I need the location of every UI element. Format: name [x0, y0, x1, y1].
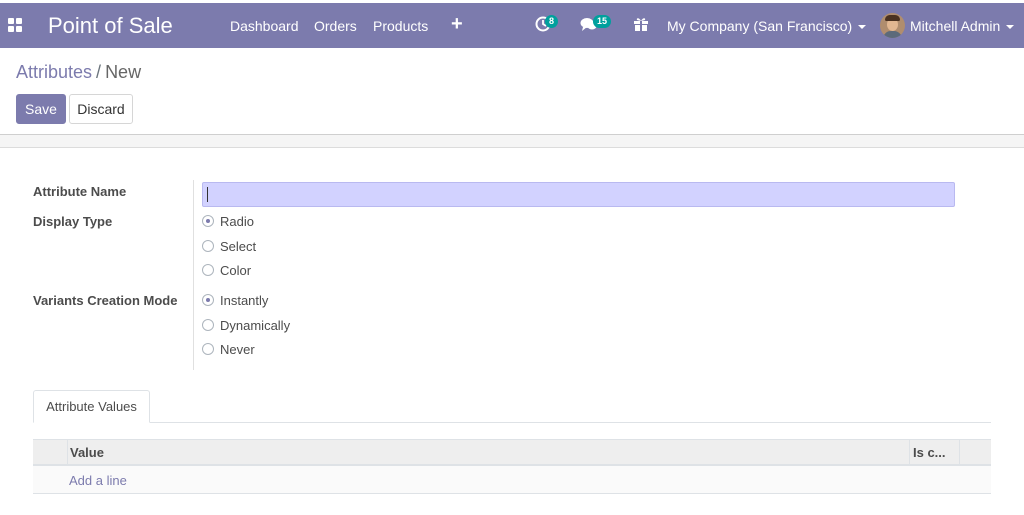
display-type-radio[interactable]: Radio: [202, 213, 254, 229]
display-type-label: Display Type: [33, 214, 113, 229]
text-cursor: [207, 187, 208, 202]
radio-unchecked-icon[interactable]: [202, 343, 214, 355]
radio-unchecked-icon[interactable]: [202, 264, 214, 276]
column-value[interactable]: Value: [70, 440, 104, 465]
radio-unchecked-icon[interactable]: [202, 240, 214, 252]
radio-checked-icon[interactable]: [202, 215, 214, 227]
company-switcher[interactable]: My Company (San Francisco): [667, 18, 867, 34]
radio-checked-icon[interactable]: [202, 294, 214, 306]
messages-badge: 15: [593, 15, 612, 28]
display-type-select[interactable]: Select: [202, 238, 256, 254]
column-separator: [959, 440, 960, 465]
top-navbar: Point of Sale Dashboard Orders Products …: [0, 3, 1024, 48]
company-name: My Company (San Francisco): [667, 18, 853, 34]
breadcrumb-current: New: [105, 62, 142, 82]
radio-label: Instantly: [220, 292, 269, 308]
variants-mode-dynamically[interactable]: Dynamically: [202, 317, 290, 333]
attribute-name-input[interactable]: [202, 182, 955, 207]
app-brand[interactable]: Point of Sale: [48, 13, 173, 39]
column-is-custom[interactable]: Is c...: [913, 440, 946, 465]
avatar[interactable]: [880, 13, 905, 38]
radio-label: Dynamically: [220, 317, 291, 333]
display-type-color[interactable]: Color: [202, 262, 251, 278]
table-row: [33, 466, 991, 493]
table-row-divider: [33, 493, 991, 494]
chevron-down-icon: [858, 25, 867, 30]
add-line-link[interactable]: Add a line: [69, 473, 127, 488]
column-separator: [67, 440, 68, 465]
form-column-divider: [193, 180, 194, 370]
variants-mode-never[interactable]: Never: [202, 341, 255, 357]
apps-menu-icon[interactable]: [8, 18, 24, 34]
radio-label: Select: [220, 238, 257, 254]
column-separator: [909, 440, 910, 465]
plus-icon[interactable]: +: [451, 14, 463, 34]
radio-label: Color: [220, 262, 252, 278]
gift-icon[interactable]: [634, 17, 648, 34]
menu-products[interactable]: Products: [373, 18, 428, 34]
menu-orders[interactable]: Orders: [314, 18, 357, 34]
user-name: Mitchell Admin: [910, 18, 1001, 34]
table-header: Value Is c...: [33, 439, 991, 466]
tab-bar-line: [33, 422, 991, 423]
variants-mode-instantly[interactable]: Instantly: [202, 292, 268, 308]
activity-badge: 8: [545, 15, 559, 28]
radio-label: Never: [220, 341, 255, 357]
user-menu[interactable]: Mitchell Admin: [910, 18, 1015, 34]
discard-button[interactable]: Discard: [69, 94, 133, 124]
menu-dashboard[interactable]: Dashboard: [230, 18, 299, 34]
radio-unchecked-icon[interactable]: [202, 319, 214, 331]
tab-attribute-values[interactable]: Attribute Values: [33, 390, 150, 423]
chevron-down-icon: [1006, 25, 1015, 30]
radio-label: Radio: [220, 213, 254, 229]
attribute-name-label: Attribute Name: [33, 184, 127, 199]
variants-creation-mode-label: Variants Creation Mode: [33, 293, 178, 308]
form-sheet-background: [0, 135, 1024, 148]
save-button[interactable]: Save: [16, 94, 66, 124]
breadcrumb: Attributes / New: [16, 62, 142, 82]
breadcrumb-attributes[interactable]: Attributes: [16, 62, 92, 82]
